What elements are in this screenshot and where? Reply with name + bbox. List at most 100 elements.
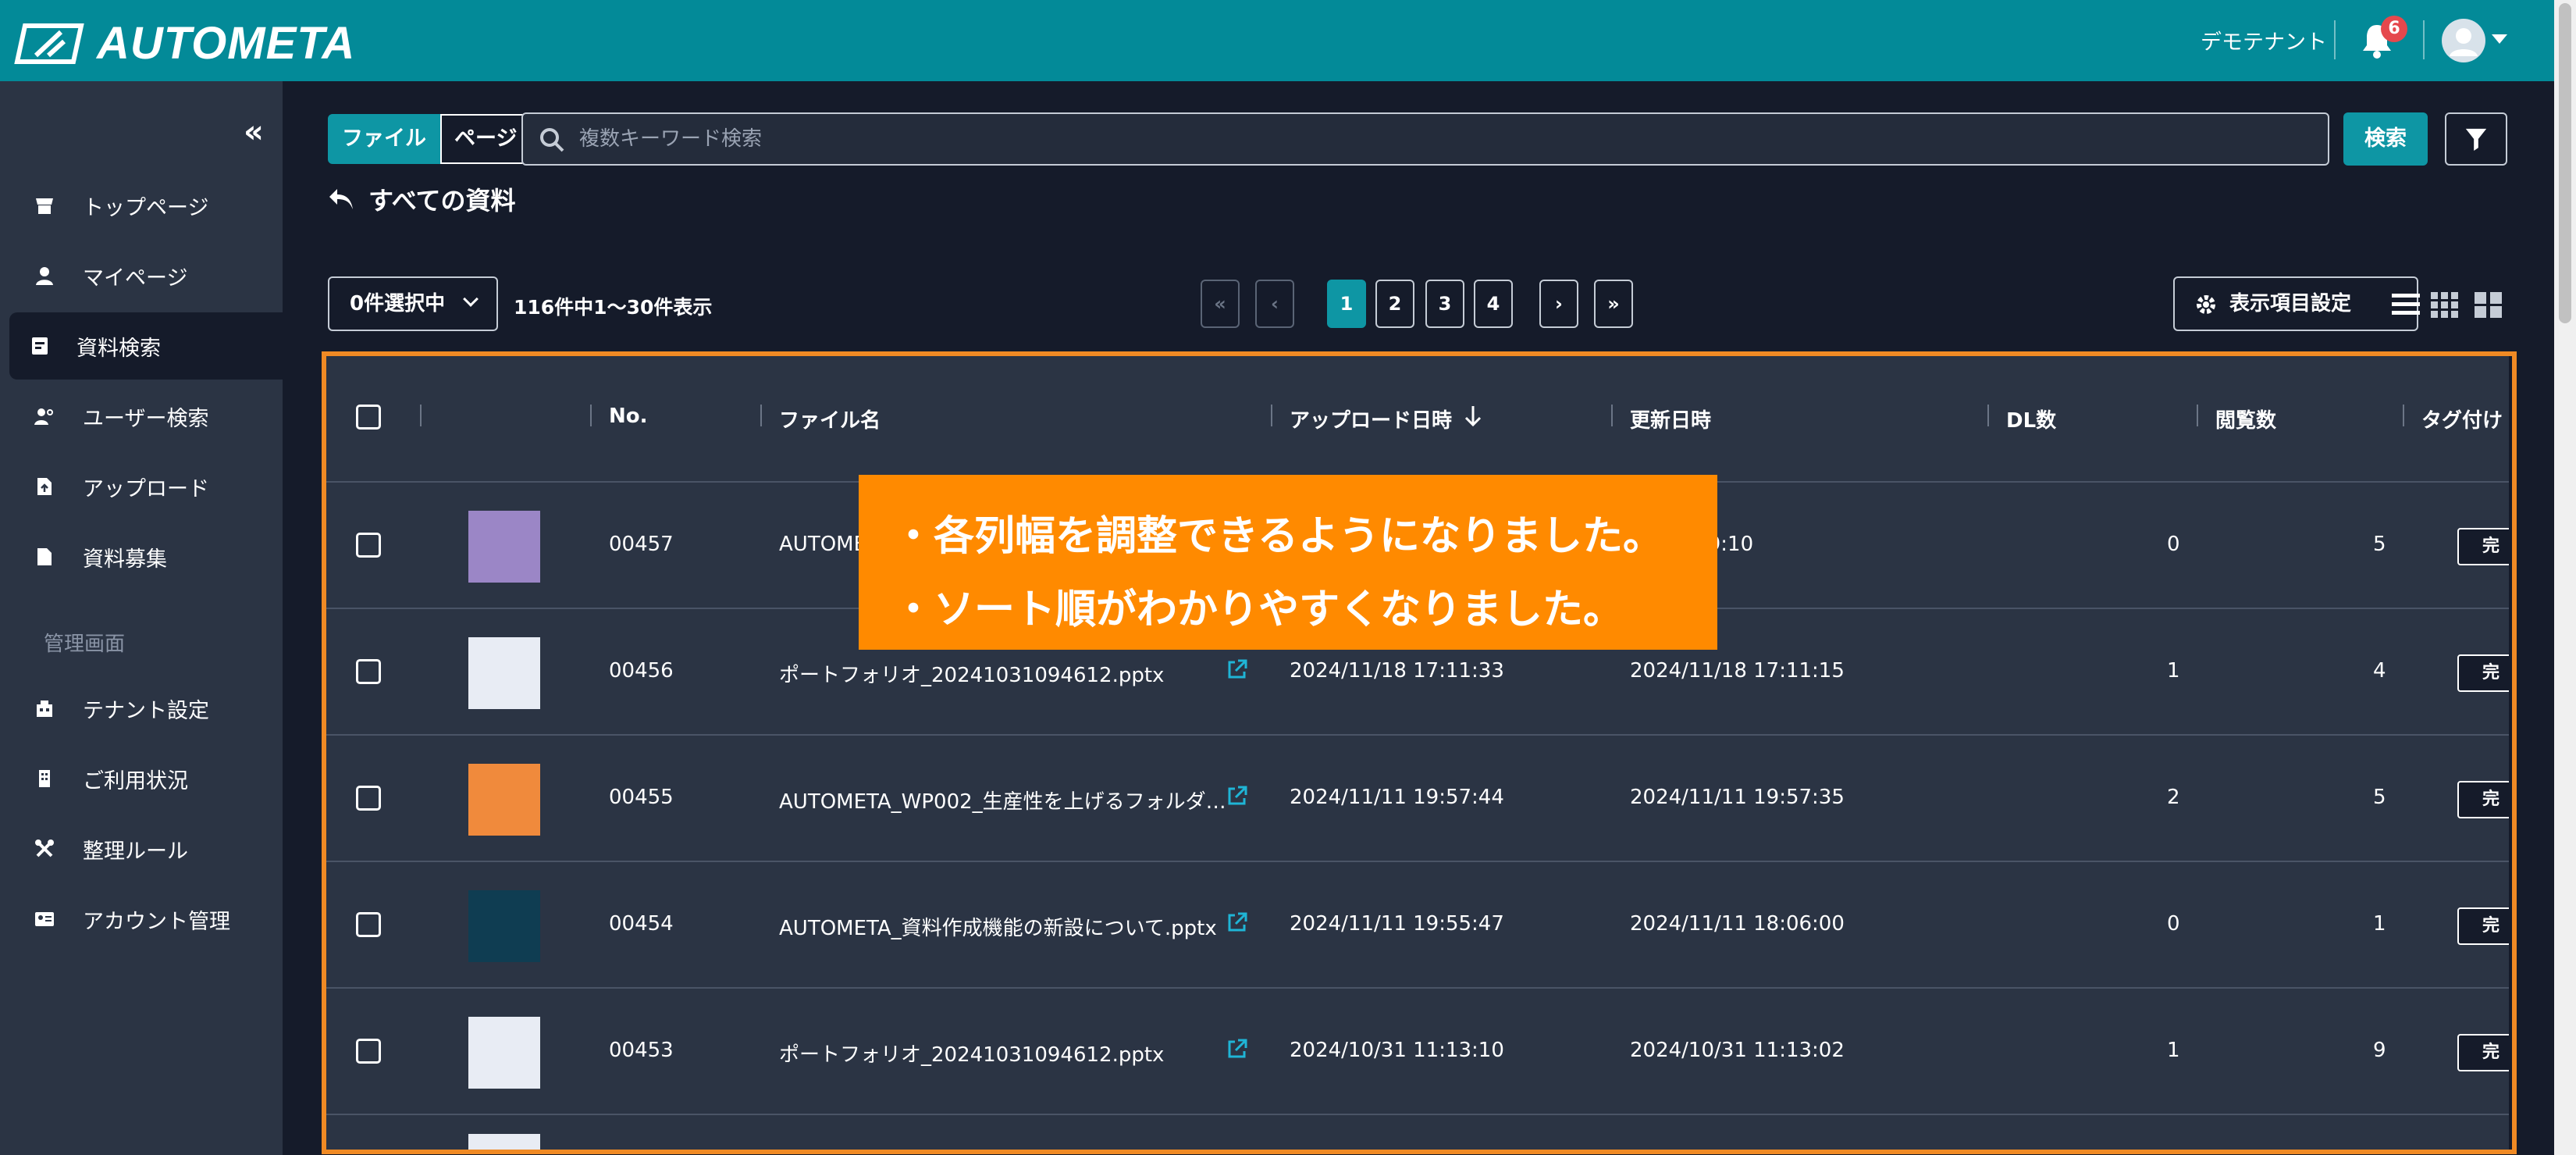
chevron-down-icon[interactable] — [2492, 34, 2507, 44]
grid-large-view-icon[interactable] — [2475, 291, 2503, 319]
file-thumbnail[interactable] — [468, 511, 540, 583]
prev-page-icon[interactable]: ‹ — [1255, 280, 1294, 328]
file-name[interactable]: ポートフォリオ_20241031094612.pptx — [779, 659, 1164, 688]
file-thumbnail[interactable] — [468, 890, 540, 962]
column-resizer[interactable] — [2197, 405, 2198, 426]
external-link-icon[interactable] — [1226, 911, 1249, 934]
file-thumbnail[interactable] — [468, 764, 540, 836]
file-thumbnail[interactable] — [468, 637, 540, 709]
table-row[interactable]: 00453 ポートフォリオ_20241031094612.pptx 2024/1… — [326, 989, 2509, 1115]
mode-page-button[interactable]: ページ — [440, 114, 532, 164]
upload-file-icon — [37, 478, 52, 495]
tenant-name[interactable]: デモテナント — [2201, 25, 2327, 55]
file-name[interactable]: AUTOME — [779, 533, 866, 556]
store-icon — [36, 198, 53, 214]
file-thumbnail[interactable] — [468, 1017, 540, 1089]
view-count: 5 — [2373, 533, 2386, 556]
column-resizer[interactable] — [1271, 405, 1272, 426]
row-checkbox[interactable] — [356, 533, 381, 558]
table-row[interactable]: 00454 AUTOMETA_資料作成機能の新設について.pptx 2024/1… — [326, 862, 2509, 989]
brand-name: AUTOMETA — [97, 18, 356, 69]
last-page-icon[interactable]: » — [1594, 280, 1633, 328]
column-header-updated[interactable]: 更新日時 — [1630, 405, 1711, 433]
file-name[interactable]: ポートフォリオ_20241031094612.pptx — [779, 1039, 1164, 1068]
column-header-uploaded[interactable]: アップロード日時 — [1290, 405, 1452, 433]
sidebar-item-label: 資料募集 — [83, 547, 167, 572]
table-header: No. ファイル名 アップロード日時 更新日時 DL数 閲覧数 タグ付け — [326, 353, 2509, 483]
column-header-downloads[interactable]: DL数 — [2006, 405, 2056, 433]
scrollbar-thumb[interactable] — [2559, 3, 2571, 323]
filter-button[interactable] — [2445, 112, 2507, 166]
row-checkbox[interactable] — [356, 786, 381, 811]
sidebar-item-search[interactable]: 資料検索 — [9, 312, 283, 380]
select-all-checkbox[interactable] — [356, 405, 381, 430]
updated-date: 2024/10/31 11:13:02 — [1630, 1039, 1845, 1062]
sidebar-item-mypage[interactable]: マイページ — [0, 242, 283, 309]
filter-icon — [2465, 128, 2487, 152]
tag-status-button[interactable]: 完 — [2457, 781, 2509, 818]
column-resizer[interactable] — [1611, 405, 1613, 426]
updated-date: 2024/11/11 19:57:35 — [1630, 786, 1845, 809]
column-resizer[interactable] — [2403, 405, 2404, 426]
sidebar-item-rules[interactable]: 整理ルール — [0, 815, 283, 882]
file-name[interactable]: AUTOMETA_WP002_生産性を上げるフォルダ… — [779, 786, 1226, 815]
sidebar-item-request[interactable]: 資料募集 — [0, 523, 283, 590]
sidebar-item-account[interactable]: アカウント管理 — [0, 886, 283, 953]
row-checkbox[interactable] — [356, 1039, 381, 1064]
tag-status-button[interactable]: 完 — [2457, 907, 2509, 945]
column-resizer[interactable] — [760, 405, 762, 426]
display-settings-button[interactable]: 表示項目設定 — [2173, 276, 2418, 331]
column-header-views[interactable]: 閲覧数 — [2215, 405, 2276, 433]
sidebar-item-upload[interactable]: アップロード — [0, 453, 283, 520]
sort-descending-icon[interactable] — [1463, 405, 1483, 428]
row-checkbox[interactable] — [356, 659, 381, 684]
sidebar-item-top[interactable]: トップページ — [0, 172, 283, 239]
sidebar-item-user-search[interactable]: ユーザー検索 — [0, 383, 283, 450]
download-count: 0 — [2167, 533, 2180, 556]
mode-file-button[interactable]: ファイル — [328, 114, 440, 164]
column-resizer[interactable] — [590, 405, 592, 426]
column-header-tags[interactable]: タグ付け — [2421, 405, 2503, 433]
page-button[interactable]: 1 — [1327, 280, 1366, 328]
upload-date: 2024/10/31 11:13:10 — [1290, 1039, 1504, 1062]
logo[interactable]: AUTOMETA — [14, 17, 355, 70]
avatar[interactable] — [2442, 19, 2485, 62]
search-button[interactable]: 検索 — [2343, 112, 2428, 166]
sidebar-item-label: ユーザー検索 — [83, 406, 209, 431]
user-search-icon — [34, 408, 53, 425]
page-button[interactable]: 4 — [1474, 280, 1513, 328]
external-link-icon[interactable] — [1226, 1037, 1249, 1061]
updated-date: 2024/11/18 17:11:15 — [1630, 659, 1845, 683]
list-view-icon[interactable] — [2392, 291, 2420, 319]
download-count: 1 — [2167, 659, 2180, 683]
page-button[interactable]: 2 — [1375, 280, 1414, 328]
column-header-filename[interactable]: ファイル名 — [779, 405, 881, 433]
column-resizer[interactable] — [1987, 405, 1989, 426]
tag-status-button[interactable]: 完 — [2457, 528, 2509, 565]
tag-status-button[interactable]: 完 — [2457, 654, 2509, 692]
admin-section-label: 管理画面 — [44, 633, 126, 656]
external-link-icon[interactable] — [1226, 658, 1249, 681]
column-header-no[interactable]: No. — [609, 405, 648, 428]
sidebar-item-label: 資料検索 — [76, 336, 161, 361]
collapse-sidebar-icon[interactable]: « — [244, 114, 264, 150]
divider — [2334, 20, 2336, 59]
next-page-icon[interactable]: › — [1539, 280, 1578, 328]
callout-line-1: ・各列幅を調整できるようになりました。 — [893, 513, 1663, 560]
external-link-icon[interactable] — [1226, 784, 1249, 807]
row-checkbox[interactable] — [356, 912, 381, 937]
file-thumbnail[interactable] — [468, 1134, 540, 1153]
back-link[interactable]: すべての資料 — [328, 181, 515, 217]
page-button[interactable]: 3 — [1425, 280, 1464, 328]
first-page-icon[interactable]: « — [1201, 280, 1240, 328]
selection-dropdown[interactable]: 0件選択中 — [328, 276, 498, 331]
sidebar-item-usage[interactable]: ご利用状況 — [0, 745, 283, 812]
upload-date: 2024/11/18 17:11:33 — [1290, 659, 1504, 683]
search-input[interactable] — [579, 114, 2312, 164]
column-resizer[interactable] — [420, 405, 422, 426]
sidebar-item-tenant-settings[interactable]: テナント設定 — [0, 675, 283, 742]
table-row[interactable]: 00455 AUTOMETA_WP002_生産性を上げるフォルダ… 2024/1… — [326, 736, 2509, 862]
grid-small-view-icon[interactable] — [2431, 291, 2459, 319]
tag-status-button[interactable]: 完 — [2457, 1034, 2509, 1071]
file-name[interactable]: AUTOMETA_資料作成機能の新設について.pptx — [779, 912, 1217, 941]
